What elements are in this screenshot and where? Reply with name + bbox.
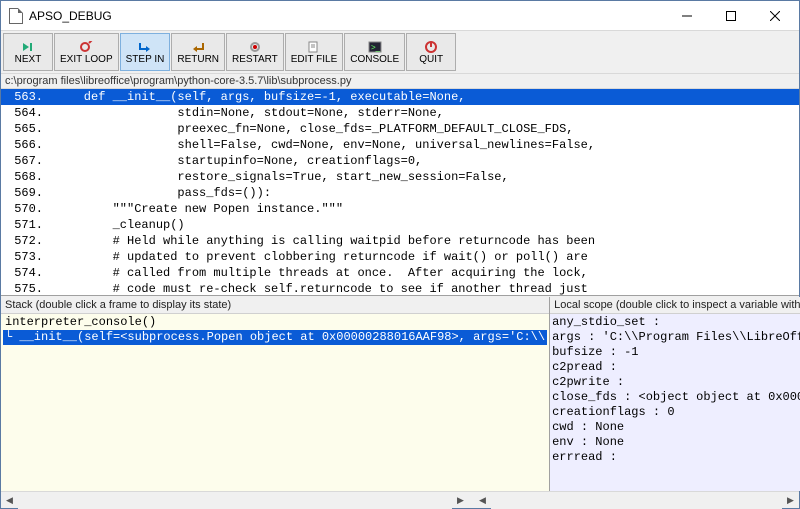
local-variable[interactable]: c2pread : — [552, 360, 800, 375]
exitloop-icon — [78, 40, 94, 54]
stack-body[interactable]: interpreter_console()└ __init__(self=<su… — [1, 314, 549, 491]
stack-frame[interactable]: interpreter_console() — [3, 315, 547, 330]
app-icon — [9, 8, 23, 24]
editfile-button[interactable]: EDIT FILE — [285, 33, 344, 71]
stepin-button[interactable]: STEP IN — [120, 33, 171, 71]
toolbar-button-label: EXIT LOOP — [60, 54, 113, 65]
line-text: restore_signals=True, start_new_session=… — [49, 169, 799, 185]
stack-frame[interactable]: └ __init__(self=<subprocess.Popen object… — [3, 330, 547, 345]
local-variable[interactable]: errread : — [552, 450, 800, 465]
local-variable[interactable]: close_fds : <object object at 0x00000288… — [552, 390, 800, 405]
toolbar-button-label: QUIT — [419, 54, 443, 65]
line-number: 575. — [1, 281, 49, 296]
toolbar-button-label: RETURN — [177, 54, 219, 65]
bottom-scroll-row: ◀ ▶ ◀ ▶ — [1, 491, 799, 508]
toolbar-button-label: EDIT FILE — [291, 54, 338, 65]
code-line[interactable]: 571. _cleanup() — [1, 217, 799, 233]
toolbar-button-label: STEP IN — [126, 54, 165, 65]
quit-icon — [423, 40, 439, 54]
scroll-left-icon[interactable]: ◀ — [474, 492, 491, 509]
line-text: # updated to prevent clobbering returnco… — [49, 249, 799, 265]
code-line[interactable]: 573. # updated to prevent clobbering ret… — [1, 249, 799, 265]
scroll-right-icon[interactable]: ▶ — [782, 492, 799, 509]
restart-icon — [247, 40, 263, 54]
code-line[interactable]: 564. stdin=None, stdout=None, stderr=Non… — [1, 105, 799, 121]
line-number: 567. — [1, 153, 49, 169]
console-icon: >_ — [367, 40, 383, 54]
line-number: 566. — [1, 137, 49, 153]
line-text: def __init__(self, args, bufsize=-1, exe… — [49, 89, 799, 105]
line-text: preexec_fn=None, close_fds=_PLATFORM_DEF… — [49, 121, 799, 137]
local-variable[interactable]: args : 'C:\\Program Files\\LibreOffice\\… — [552, 330, 800, 345]
code-line[interactable]: 563. def __init__(self, args, bufsize=-1… — [1, 89, 799, 105]
code-line[interactable]: 565. preexec_fn=None, close_fds=_PLATFOR… — [1, 121, 799, 137]
titlebar: APSO_DEBUG — [1, 1, 799, 31]
line-number: 563. — [1, 89, 49, 105]
line-number: 572. — [1, 233, 49, 249]
local-variable[interactable]: any_stdio_set : — [552, 315, 800, 330]
toolbar: NEXT EXIT LOOP STEP IN RETURN RESTART EDIT FI… — [1, 31, 799, 74]
toolbar-button-label: RESTART — [232, 54, 278, 65]
line-text: pass_fds=()): — [49, 185, 799, 201]
local-variable[interactable]: cwd : None — [552, 420, 800, 435]
stack-hscroll[interactable]: ◀ ▶ — [1, 492, 469, 508]
line-text: """Create new Popen instance.""" — [49, 201, 799, 217]
locals-hscroll[interactable]: ◀ ▶ — [474, 492, 799, 508]
line-text: # Held while anything is calling waitpid… — [49, 233, 799, 249]
line-text: # code must re-check self.returncode to … — [49, 281, 799, 296]
file-path: c:\program files\libreoffice\program\pyt… — [1, 74, 799, 89]
line-text: stdin=None, stdout=None, stderr=None, — [49, 105, 799, 121]
bottom-panels: Stack (double click a frame to display i… — [1, 296, 799, 491]
line-number: 568. — [1, 169, 49, 185]
line-number: 573. — [1, 249, 49, 265]
console-button[interactable]: >_ CONSOLE — [344, 33, 405, 71]
code-pane[interactable]: 563. def __init__(self, args, bufsize=-1… — [1, 89, 799, 296]
code-line[interactable]: 567. startupinfo=None, creationflags=0, — [1, 153, 799, 169]
code-line[interactable]: 572. # Held while anything is calling wa… — [1, 233, 799, 249]
local-variable[interactable]: creationflags : 0 — [552, 405, 800, 420]
toolbar-button-label: NEXT — [15, 54, 42, 65]
stack-header: Stack (double click a frame to display i… — [1, 297, 549, 314]
line-number: 564. — [1, 105, 49, 121]
minimize-button[interactable] — [665, 2, 709, 30]
code-line[interactable]: 569. pass_fds=()): — [1, 185, 799, 201]
next-button[interactable]: NEXT — [3, 33, 53, 71]
code-line[interactable]: 570. """Create new Popen instance.""" — [1, 201, 799, 217]
locals-body[interactable]: any_stdio_set :args : 'C:\\Program Files… — [550, 314, 800, 491]
line-number: 569. — [1, 185, 49, 201]
next-icon — [20, 40, 36, 54]
line-text: shell=False, cwd=None, env=None, univers… — [49, 137, 799, 153]
line-number: 570. — [1, 201, 49, 217]
scroll-right-icon[interactable]: ▶ — [452, 492, 469, 509]
local-variable[interactable]: c2pwrite : — [552, 375, 800, 390]
window-title: APSO_DEBUG — [29, 9, 112, 23]
locals-panel: Local scope (double click to inspect a v… — [550, 297, 800, 491]
restart-button[interactable]: RESTART — [226, 33, 284, 71]
close-button[interactable] — [753, 2, 797, 30]
code-line[interactable]: 566. shell=False, cwd=None, env=None, un… — [1, 137, 799, 153]
locals-header: Local scope (double click to inspect a v… — [550, 297, 800, 314]
stack-panel: Stack (double click a frame to display i… — [1, 297, 550, 491]
line-number: 574. — [1, 265, 49, 281]
svg-text:>_: >_ — [371, 43, 381, 52]
stepin-icon — [137, 40, 153, 54]
code-line[interactable]: 575. # code must re-check self.returncod… — [1, 281, 799, 296]
quit-button[interactable]: QUIT — [406, 33, 456, 71]
return-icon — [190, 40, 206, 54]
exitloop-button[interactable]: EXIT LOOP — [54, 33, 119, 71]
line-text: # called from multiple threads at once. … — [49, 265, 799, 281]
local-variable[interactable]: env : None — [552, 435, 800, 450]
maximize-button[interactable] — [709, 2, 753, 30]
code-line[interactable]: 568. restore_signals=True, start_new_ses… — [1, 169, 799, 185]
editfile-icon — [306, 40, 322, 54]
scroll-left-icon[interactable]: ◀ — [1, 492, 18, 509]
line-number: 565. — [1, 121, 49, 137]
toolbar-button-label: CONSOLE — [350, 54, 399, 65]
line-text: _cleanup() — [49, 217, 799, 233]
line-text: startupinfo=None, creationflags=0, — [49, 153, 799, 169]
local-variable[interactable]: bufsize : -1 — [552, 345, 800, 360]
code-line[interactable]: 574. # called from multiple threads at o… — [1, 265, 799, 281]
return-button[interactable]: RETURN — [171, 33, 225, 71]
line-number: 571. — [1, 217, 49, 233]
